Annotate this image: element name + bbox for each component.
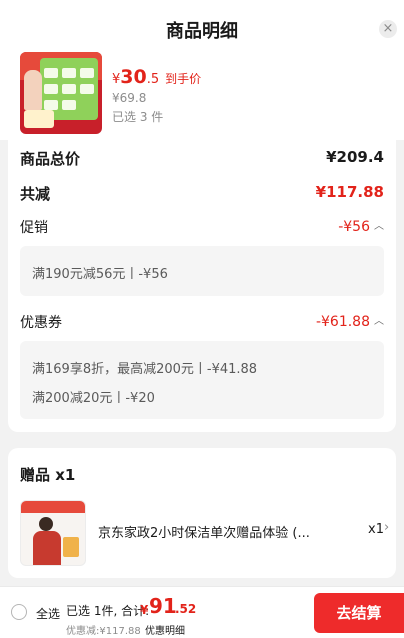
promo-detail-box: 满190元减56元丨-¥56 <box>20 246 384 296</box>
checkout-button[interactable]: 去结算 <box>314 593 404 633</box>
gift-card: 赠品 x1 京东家政2小时保洁单次赠品体验 (... x1 › <box>8 448 396 578</box>
product-image[interactable] <box>20 52 102 134</box>
reduce-label: 共减 <box>20 185 51 203</box>
promo-value: -¥56 <box>338 219 370 235</box>
coupon-label: 优惠券 <box>20 315 62 331</box>
gift-name[interactable]: 京东家政2小时保洁单次赠品体验 (... <box>98 522 348 541</box>
chevron-right-icon[interactable]: › <box>384 520 389 535</box>
price-summary-card: 商品总价 ¥209.4 共减 ¥117.88 促销 -¥56 ︿ 满190元减56… <box>8 140 396 432</box>
select-all-radio[interactable] <box>11 604 27 620</box>
total-label: 商品总价 <box>20 150 81 168</box>
gift-image[interactable] <box>20 500 86 566</box>
total-value: ¥209.4 <box>326 148 384 166</box>
price-tag: 到手价 <box>165 72 202 86</box>
gift-image-person-body <box>33 531 61 565</box>
final-price: ¥30.5 到手价 <box>112 66 202 88</box>
gift-quantity: x1 <box>368 522 384 537</box>
chevron-up-icon: ︿ <box>374 316 384 327</box>
total-decimal: .52 <box>175 602 197 616</box>
detail-header: 商品明细 × ¥30.5 到手价 ¥69.8 已选 3 件 <box>0 0 404 140</box>
total-integer: 91 <box>149 594 177 618</box>
price-decimal: .5 <box>146 72 160 87</box>
product-image-badge <box>24 110 54 128</box>
coupon-detail-box: 满169享8折，最高减200元丨-¥41.88 满200减20元丨-¥20 <box>20 341 384 419</box>
gift-image-tools <box>63 537 79 557</box>
product-image-person <box>24 70 42 110</box>
coupon-detail-line: 满200减20元丨-¥20 <box>32 391 155 406</box>
checkout-bar: 全选 已选 1件, 合计: ¥ 91 .52 优惠减:¥117.88 优惠明细 … <box>0 586 404 638</box>
original-price: ¥69.8 <box>112 91 147 105</box>
page-title: 商品明细 <box>166 21 238 42</box>
reduce-value: ¥117.88 <box>315 183 384 201</box>
selected-summary: 已选 1件, 合计: <box>66 604 150 618</box>
price-integer: 30 <box>120 66 147 88</box>
gift-image-person-head <box>39 517 53 531</box>
select-all-label[interactable]: 全选 <box>36 605 60 622</box>
promo-toggle[interactable]: -¥56 ︿ <box>338 217 384 235</box>
coupon-value: -¥61.88 <box>315 314 370 330</box>
discount-detail-link[interactable]: 优惠明细 <box>145 622 185 637</box>
chevron-up-icon: ︿ <box>374 221 384 232</box>
gift-image-banner <box>21 501 85 513</box>
promo-label: 促销 <box>20 220 48 236</box>
gift-title: 赠品 x1 <box>20 466 76 484</box>
coupon-toggle[interactable]: -¥61.88 ︿ <box>316 312 384 330</box>
close-icon[interactable]: × <box>379 20 397 38</box>
coupon-detail-line: 满169享8折，最高减200元丨-¥41.88 <box>32 362 258 377</box>
selected-count: 已选 3 件 <box>112 110 164 124</box>
promo-detail-line: 满190元减56元丨-¥56 <box>32 267 168 282</box>
total-currency: ¥ <box>140 603 149 617</box>
discount-note: 优惠减:¥117.88 <box>66 626 141 637</box>
